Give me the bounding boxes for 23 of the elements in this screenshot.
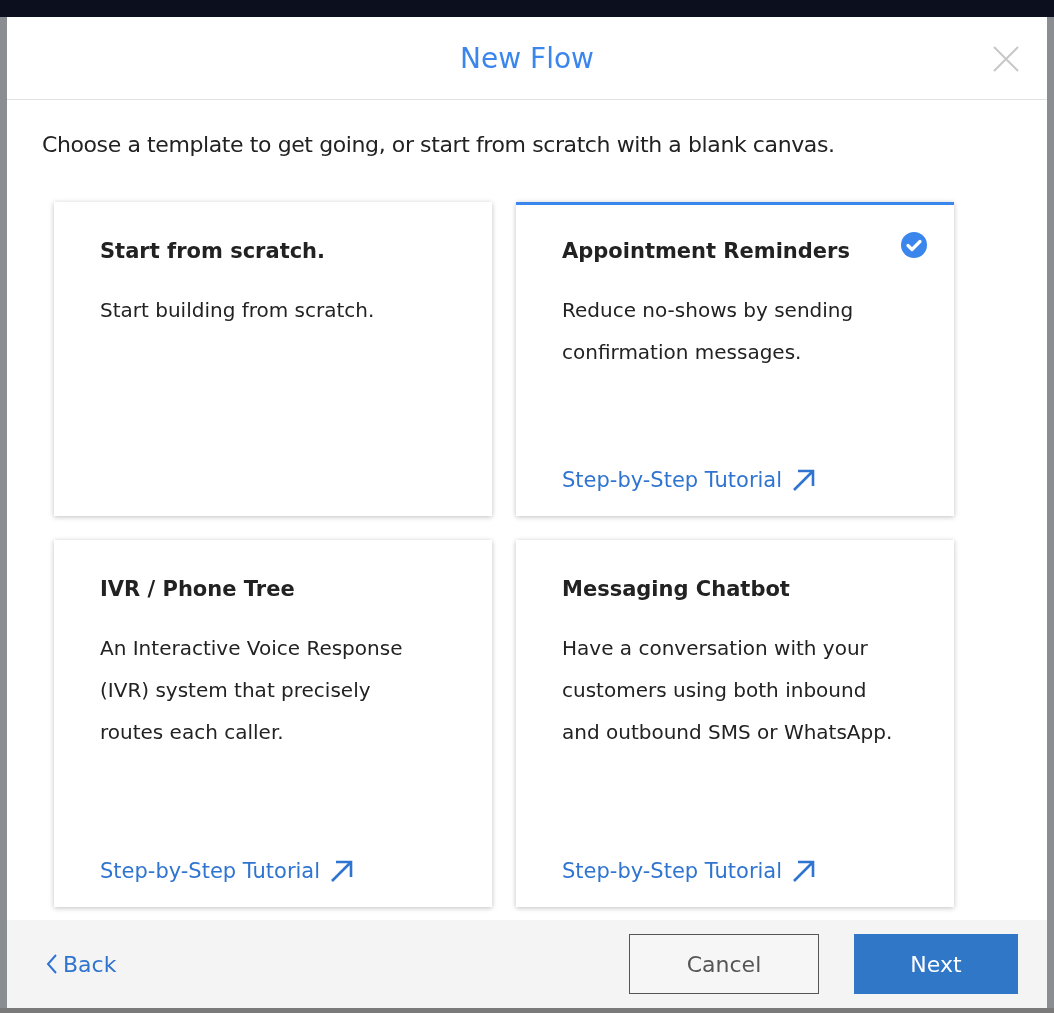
- back-link[interactable]: Back: [46, 951, 117, 977]
- template-card[interactable]: Appointment Reminders Reduce no-shows by sending confirmation messages. Step-by-Step Tutorial: [516, 202, 954, 516]
- close-icon[interactable]: [993, 46, 1019, 72]
- template-card[interactable]: IVR / Phone Tree An Interactive Voice Response (IVR) system that precisely routes each caller. Step-by-Step Tutorial: [54, 540, 492, 907]
- dialog-title: New Flow: [460, 41, 594, 75]
- card-description: Have a conversation with your customers using both inbound and outbound SMS or WhatsApp.: [562, 635, 894, 746]
- chevron-left-icon: [46, 953, 58, 975]
- card-title: Messaging Chatbot: [562, 577, 790, 601]
- template-card[interactable]: Start from scratch. Start building from scratch.: [54, 202, 492, 516]
- card-description: Reduce no-shows by sending confirmation messages.: [562, 297, 855, 366]
- card-description: An Interactive Voice Response (IVR) system that precisely routes each caller.: [100, 635, 404, 746]
- intro-text: Choose a template to get going, or start from scratch with a blank canvas.: [42, 132, 836, 157]
- template-card[interactable]: Messaging Chatbot Have a conversation with your customers using both inbound and outbound SMS or WhatsApp. Step-by-Step Tutorial: [516, 540, 954, 907]
- card-title: Start from scratch.: [100, 239, 326, 263]
- card-description: Start building from scratch.: [100, 297, 376, 324]
- card-title: Appointment Reminders: [562, 239, 850, 263]
- card-title: IVR / Phone Tree: [100, 577, 295, 601]
- next-button[interactable]: Next: [854, 934, 1018, 994]
- cancel-button[interactable]: Cancel: [629, 934, 819, 994]
- tutorial-link[interactable]: Step-by-Step Tutorial: [562, 468, 817, 492]
- tutorial-link[interactable]: Step-by-Step Tutorial: [100, 859, 355, 883]
- tutorial-link[interactable]: Step-by-Step Tutorial: [562, 859, 817, 883]
- checkmark-icon: [900, 231, 928, 259]
